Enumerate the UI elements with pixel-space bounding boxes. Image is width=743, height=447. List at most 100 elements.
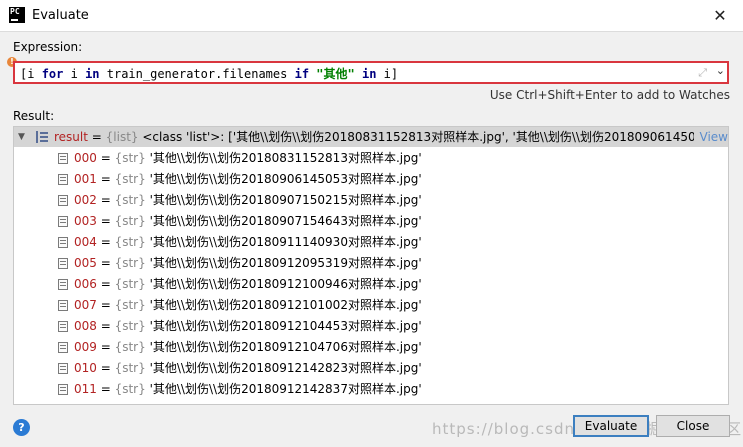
item-index: 011 xyxy=(74,382,97,396)
item-value: '其他\\划伤\\划伤20180912100946对照样本.jpg' xyxy=(149,277,422,291)
list-item[interactable]: 001 = {str} '其他\\划伤\\划伤20180906145053对照样… xyxy=(14,169,728,190)
code-keyword: if xyxy=(294,67,310,81)
code-token: train_generator.filenames xyxy=(99,67,295,81)
string-field-icon xyxy=(58,279,68,290)
string-field-icon xyxy=(58,342,68,353)
list-item-text: 003 = {str} '其他\\划伤\\划伤20180907154643对照样… xyxy=(74,211,422,232)
string-field-icon xyxy=(58,153,68,164)
equals-sign: = xyxy=(96,382,115,396)
var-type: {list} xyxy=(105,130,139,144)
list-item-text: 008 = {str} '其他\\划伤\\划伤20180912104453对照样… xyxy=(74,316,422,337)
string-field-icon xyxy=(58,216,68,227)
string-field-icon xyxy=(58,195,68,206)
result-root-row[interactable]: ▼ result = {list} <class 'list'>: ['其他\\… xyxy=(14,127,728,147)
view-link[interactable]: View xyxy=(700,127,728,147)
collapse-icon[interactable]: ▼ xyxy=(18,127,25,147)
list-item-text: 009 = {str} '其他\\划伤\\划伤20180912104706对照样… xyxy=(74,337,422,358)
list-item[interactable]: 010 = {str} '其他\\划伤\\划伤20180912142823对照样… xyxy=(14,358,728,379)
list-item-text: 007 = {str} '其他\\划伤\\划伤20180912101002对照样… xyxy=(74,295,422,316)
string-field-icon xyxy=(58,237,68,248)
close-button[interactable]: Close xyxy=(656,415,730,437)
code-keyword: in xyxy=(361,67,377,81)
equals-sign: = xyxy=(96,361,115,375)
list-item-text: 010 = {str} '其他\\划伤\\划伤20180912142823对照样… xyxy=(74,358,422,379)
evaluate-button[interactable]: Evaluate xyxy=(573,415,649,437)
item-index: 000 xyxy=(74,151,97,165)
item-index: 002 xyxy=(74,193,97,207)
item-value: '其他\\划伤\\划伤20180912104706对照样本.jpg' xyxy=(149,340,422,354)
title-bar: PC Evaluate ✕ xyxy=(0,0,743,32)
item-type: {str} xyxy=(114,193,146,207)
list-item-text: 005 = {str} '其他\\划伤\\划伤20180912095319对照样… xyxy=(74,253,422,274)
item-type: {str} xyxy=(114,172,146,186)
item-index: 009 xyxy=(74,340,97,354)
string-field-icon xyxy=(58,321,68,332)
list-icon xyxy=(36,131,48,143)
code-token: [i xyxy=(20,67,42,81)
result-tree[interactable]: ▼ result = {list} <class 'list'>: ['其他\\… xyxy=(13,126,729,405)
list-item[interactable]: 008 = {str} '其他\\划伤\\划伤20180912104453对照样… xyxy=(14,316,728,337)
list-item[interactable]: 003 = {str} '其他\\划伤\\划伤20180907154643对照样… xyxy=(14,211,728,232)
item-type: {str} xyxy=(114,214,146,228)
chevron-down-icon[interactable]: ⌄ xyxy=(716,64,725,77)
list-item[interactable]: 005 = {str} '其他\\划伤\\划伤20180912095319对照样… xyxy=(14,253,728,274)
item-type: {str} xyxy=(114,256,146,270)
item-value: '其他\\划伤\\划伤20180906145053对照样本.jpg' xyxy=(149,172,422,186)
list-item-text: 001 = {str} '其他\\划伤\\划伤20180906145053对照样… xyxy=(74,169,422,190)
code-keyword: in xyxy=(85,67,100,81)
item-index: 004 xyxy=(74,235,97,249)
item-value: '其他\\划伤\\划伤20180912142823对照样本.jpg' xyxy=(149,361,422,375)
code-string: "其他" xyxy=(316,67,355,81)
list-item-text: 000 = {str} '其他\\划伤\\划伤20180831152813对照样… xyxy=(74,148,422,169)
equals-sign: = xyxy=(96,214,115,228)
list-item[interactable]: 009 = {str} '其他\\划伤\\划伤20180912104706对照样… xyxy=(14,337,728,358)
item-value: '其他\\划伤\\划伤20180907154643对照样本.jpg' xyxy=(149,214,422,228)
equals-sign: = xyxy=(96,277,115,291)
expression-label: Expression: xyxy=(13,40,83,54)
string-field-icon xyxy=(58,300,68,311)
list-item-text: 002 = {str} '其他\\划伤\\划伤20180907150215对照样… xyxy=(74,190,422,211)
result-root-text: result = {list} <class 'list'>: ['其他\\划伤… xyxy=(54,127,694,147)
equals-sign: = xyxy=(96,151,115,165)
item-value: '其他\\划伤\\划伤20180912101002对照样本.jpg' xyxy=(149,298,422,312)
var-name: result xyxy=(54,130,88,144)
list-item[interactable]: 006 = {str} '其他\\划伤\\划伤20180912100946对照样… xyxy=(14,274,728,295)
item-type: {str} xyxy=(114,277,146,291)
equals-sign: = xyxy=(96,193,115,207)
expand-icon[interactable]: ⤢ xyxy=(698,66,707,80)
var-value: <class 'list'>: ['其他\\划伤\\划伤201808311528… xyxy=(138,130,694,144)
item-type: {str} xyxy=(114,298,146,312)
expression-input[interactable]: [i for i in train_generator.filenames if… xyxy=(13,61,729,84)
item-type: {str} xyxy=(114,151,146,165)
item-type: {str} xyxy=(114,382,146,396)
equals-sign: = xyxy=(96,235,115,249)
string-field-icon xyxy=(58,363,68,374)
pycharm-icon: PC xyxy=(9,7,25,23)
help-icon[interactable]: ? xyxy=(13,419,30,436)
close-icon[interactable]: ✕ xyxy=(697,0,743,31)
item-value: '其他\\划伤\\划伤20180912095319对照样本.jpg' xyxy=(149,256,422,270)
equals-sign: = xyxy=(96,172,115,186)
string-field-icon xyxy=(58,384,68,395)
equals-sign: = xyxy=(96,298,115,312)
list-item[interactable]: 007 = {str} '其他\\划伤\\划伤20180912101002对照样… xyxy=(14,295,728,316)
item-index: 010 xyxy=(74,361,97,375)
result-label: Result: xyxy=(13,109,55,123)
item-value: '其他\\划伤\\划伤20180907150215对照样本.jpg' xyxy=(149,193,422,207)
item-index: 008 xyxy=(74,319,97,333)
item-type: {str} xyxy=(114,340,146,354)
expression-code[interactable]: [i for i in train_generator.filenames if… xyxy=(20,65,398,82)
equals-sign: = xyxy=(96,256,115,270)
list-item[interactable]: 002 = {str} '其他\\划伤\\划伤20180907150215对照样… xyxy=(14,190,728,211)
item-index: 003 xyxy=(74,214,97,228)
item-value: '其他\\划伤\\划伤20180912104453对照样本.jpg' xyxy=(149,319,422,333)
list-item[interactable]: 004 = {str} '其他\\划伤\\划伤20180911140930对照样… xyxy=(14,232,728,253)
list-item[interactable]: 000 = {str} '其他\\划伤\\划伤20180831152813对照样… xyxy=(14,148,728,169)
equals-sign: = xyxy=(87,130,106,144)
item-index: 006 xyxy=(74,277,97,291)
list-item-text: 004 = {str} '其他\\划伤\\划伤20180911140930对照样… xyxy=(74,232,422,253)
item-type: {str} xyxy=(114,319,146,333)
list-item[interactable]: 011 = {str} '其他\\划伤\\划伤20180912142837对照样… xyxy=(14,379,728,400)
item-type: {str} xyxy=(114,361,146,375)
code-keyword: for xyxy=(41,67,64,81)
